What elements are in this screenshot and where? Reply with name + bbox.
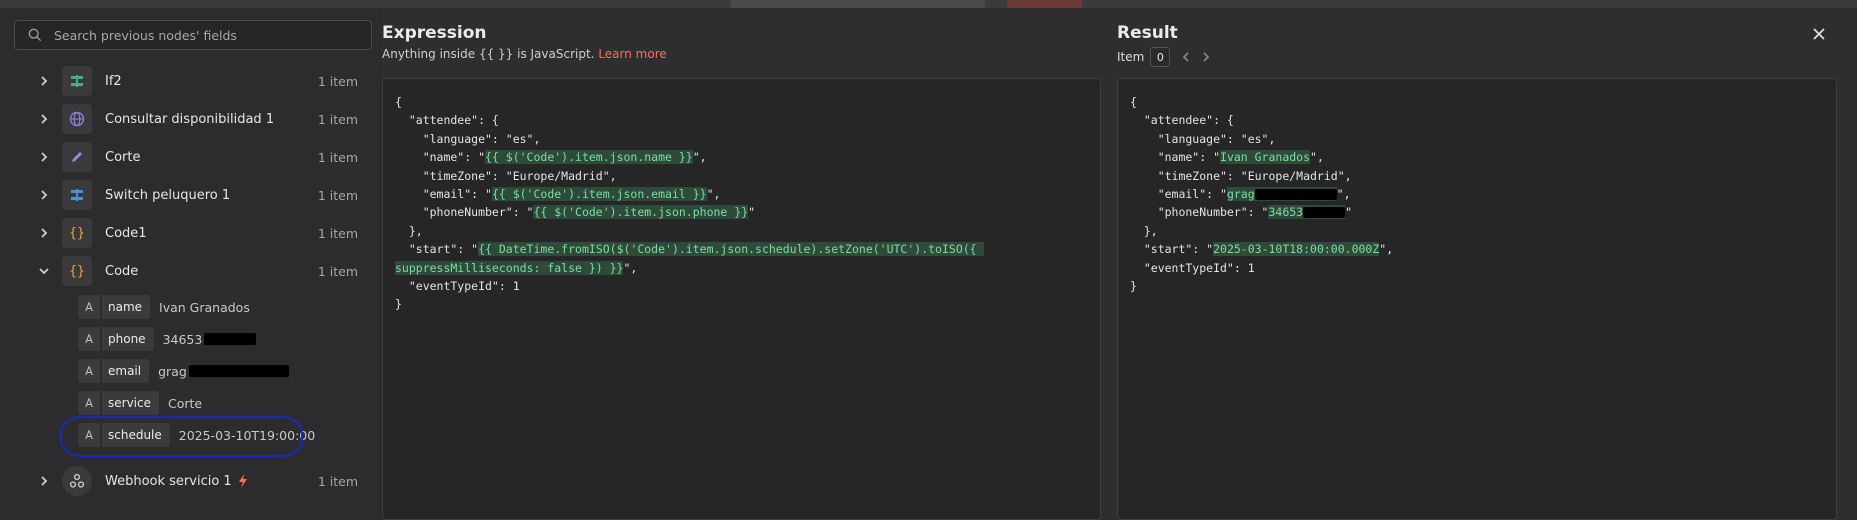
node-label: If2 [105, 73, 122, 89]
field-phone[interactable]: A phone 34653 [78, 326, 257, 352]
node-label: Corte [105, 149, 141, 165]
string-type-badge: A [78, 295, 100, 319]
node-if2[interactable]: If2 1 item [0, 62, 382, 100]
result-value-highlight: 2025-03-10T18:00:00.000Z [1213, 242, 1380, 257]
node-label: Consultar disponibilidad 1 [105, 111, 275, 127]
node-count: 1 item [317, 225, 358, 241]
if-node-icon [62, 66, 92, 96]
search-icon [28, 28, 42, 42]
expression-title: Expression [382, 23, 487, 43]
top-ghost-button-red [1007, 0, 1082, 8]
node-label-text: Webhook servicio 1 [105, 473, 232, 489]
chevron-right-icon[interactable] [38, 113, 50, 125]
field-key[interactable]: name [102, 295, 151, 319]
result-value-highlight: grag [1226, 187, 1337, 202]
close-icon[interactable] [1810, 25, 1828, 43]
search-input[interactable] [52, 26, 371, 44]
result-value-highlight: Ivan Granados [1220, 150, 1311, 165]
expression-hint: Anything inside {{ }} is JavaScript. Lea… [382, 47, 667, 61]
result-value-highlight: 34653 [1268, 205, 1346, 220]
expression-highlight: suppressMilliseconds: false }) }} [395, 260, 624, 275]
node-count: 1 item [317, 263, 358, 279]
pencil-icon [62, 142, 92, 172]
node-label: Code1 [105, 225, 147, 241]
result-panel: { "attendee": { "language": "es", "name"… [1117, 78, 1837, 520]
expression-highlight: {{ $('Code').item.json.phone }} [533, 205, 749, 220]
node-label: Switch peluquero 1 [105, 187, 231, 203]
expression-highlight: {{ $('Code').item.json.email }} [491, 187, 707, 202]
redaction-mark [204, 333, 257, 345]
item-selector: Item 0 [1117, 47, 1213, 67]
node-label: Code [105, 263, 139, 279]
node-count: 1 item [317, 187, 358, 203]
node-count: 1 item [317, 473, 358, 489]
node-corte[interactable]: Corte 1 item [0, 138, 382, 176]
field-value: Corte [167, 395, 203, 411]
node-count: 1 item [317, 149, 358, 165]
switch-node-icon [62, 180, 92, 210]
search-box[interactable] [14, 20, 372, 50]
expression-editor[interactable]: { "attendee": { "language": "es", "name"… [382, 78, 1101, 520]
result-title: Result [1117, 23, 1178, 43]
next-item-icon[interactable] [1199, 50, 1213, 64]
chevron-right-icon[interactable] [38, 189, 50, 201]
field-value: Ivan Granados [159, 299, 250, 315]
field-key[interactable]: email [102, 359, 150, 383]
item-label: Item [1117, 50, 1145, 64]
chevron-right-icon[interactable] [38, 475, 50, 487]
node-consultar-disponibilidad[interactable]: Consultar disponibilidad 1 1 item [0, 100, 382, 138]
redaction-mark [1303, 207, 1346, 219]
field-key[interactable]: phone [102, 327, 154, 351]
top-bar [0, 0, 1857, 8]
expression-code[interactable]: { "attendee": { "language": "es", "name"… [395, 93, 984, 314]
chevron-right-icon[interactable] [38, 227, 50, 239]
webhook-icon [62, 466, 92, 496]
globe-icon [62, 104, 92, 134]
chevron-right-icon[interactable] [38, 151, 50, 163]
trigger-bolt-icon [238, 474, 247, 488]
field-value: grag [158, 363, 187, 379]
node-label: Webhook servicio 1 [105, 474, 232, 489]
string-type-badge: A [78, 327, 100, 351]
field-key[interactable]: service [102, 391, 159, 415]
result-code: { "attendee": { "language": "es", "name"… [1130, 95, 1394, 294]
string-type-badge: A [78, 359, 100, 383]
chevron-down-icon[interactable] [38, 265, 50, 277]
learn-more-link[interactable]: Learn more [598, 47, 666, 61]
node-webhook-servicio[interactable]: Webhook servicio 1 1 item [0, 462, 382, 500]
string-type-badge: A [78, 391, 100, 415]
node-code[interactable]: {} Code 1 item [0, 252, 382, 290]
field-email[interactable]: A email grag [78, 358, 289, 384]
redaction-mark [188, 365, 289, 377]
expression-highlight: {{ $('Code').item.json.name }} [485, 150, 693, 165]
expression-hint-text: Anything inside {{ }} is JavaScript. [382, 47, 595, 61]
top-ghost-button [730, 0, 985, 8]
node-count: 1 item [317, 73, 358, 89]
code-braces-icon: {} [62, 256, 92, 286]
expression-highlight: {{ DateTime.fromISO($('Code').item.json.… [478, 242, 984, 257]
chevron-right-icon[interactable] [38, 75, 50, 87]
node-switch-peluquero[interactable]: Switch peluquero 1 1 item [0, 176, 382, 214]
node-code1[interactable]: {} Code1 1 item [0, 214, 382, 252]
code-braces-icon: {} [62, 218, 92, 248]
redaction-mark [1254, 189, 1337, 201]
field-service[interactable]: A service Corte [78, 390, 202, 416]
field-name[interactable]: A name Ivan Granados [78, 294, 250, 320]
item-index-input[interactable]: 0 [1150, 47, 1171, 67]
field-value: 34653 [162, 331, 203, 347]
node-count: 1 item [317, 111, 358, 127]
hand-drawn-circle-annotation [60, 416, 303, 457]
prev-item-icon[interactable] [1179, 50, 1193, 64]
